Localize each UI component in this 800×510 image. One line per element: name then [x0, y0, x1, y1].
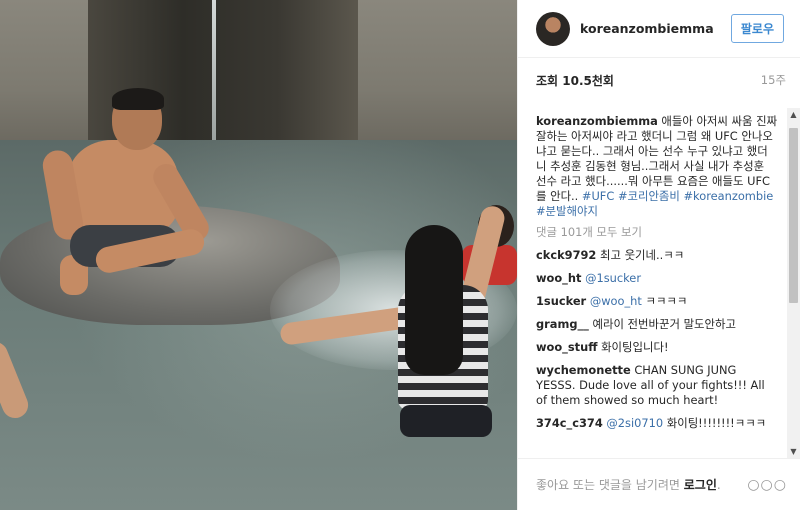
comment: woo_ht @1sucker [536, 271, 778, 286]
follow-button[interactable]: 팔로우 [730, 14, 784, 43]
comment-username[interactable]: ckck9792 [536, 248, 596, 262]
post-footer: 좋아요 또는 댓글을 남기려면 로그인. ○○○ [518, 458, 800, 510]
hashtag[interactable]: #UFC [582, 189, 614, 203]
comment-username[interactable]: wychemonette [536, 363, 631, 377]
login-prompt: 좋아요 또는 댓글을 남기려면 로그인. [536, 476, 747, 493]
girl-hair [405, 225, 463, 375]
comment: gramg__ 예라이 전번바꾼거 말도안하고 [536, 317, 778, 332]
login-link[interactable]: 로그인 [684, 478, 717, 492]
post-photo[interactable] [0, 0, 517, 510]
view-all-comments-link[interactable]: 댓글 101개 모두 보기 [536, 225, 778, 240]
comment-mention[interactable]: @woo_ht [590, 294, 642, 308]
hashtag[interactable]: #koreanzombie [684, 189, 774, 203]
view-count: 조회 10.5천회 [536, 73, 614, 88]
post-age[interactable]: 15주 [761, 72, 786, 88]
post-username[interactable]: koreanzombiemma [580, 21, 731, 36]
scroll-down-arrow-icon[interactable]: ▼ [787, 445, 800, 458]
girl-shorts [400, 405, 492, 437]
scrollbar-thumb[interactable] [789, 128, 798, 303]
login-prompt-text: 좋아요 또는 댓글을 남기려면 [536, 478, 684, 492]
comment: ckck9792 최고 웃기네..ㅋㅋ [536, 248, 778, 263]
man-hair [112, 88, 164, 110]
scroll-up-arrow-icon[interactable]: ▲ [787, 108, 800, 121]
caption-username[interactable]: koreanzombiemma [536, 114, 658, 128]
comment-username[interactable]: woo_ht [536, 271, 581, 285]
caption: koreanzombiemma 애들아 아저씨 싸움 진짜 잘하는 아저씨야 라… [536, 114, 778, 219]
instagram-post: koreanzombiemma 팔로우 조회 10.5천회 15주 korean… [0, 0, 800, 510]
comment-mention[interactable]: @2si0710 [606, 416, 663, 430]
comment-username[interactable]: 1sucker [536, 294, 586, 308]
comment-text: ㅋㅋㅋㅋ [641, 294, 688, 308]
comment: wychemonette CHAN SUNG JUNG YESSS. Dude … [536, 363, 778, 408]
avatar[interactable] [536, 11, 570, 46]
post-stats: 조회 10.5천회 15주 [518, 58, 800, 102]
comment: 1sucker @woo_ht ㅋㅋㅋㅋ [536, 294, 778, 309]
comment: woo_stuff 화이팅입니다! [536, 340, 778, 355]
comment-mention[interactable]: @1sucker [585, 271, 641, 285]
post-side-panel: koreanzombiemma 팔로우 조회 10.5천회 15주 korean… [517, 0, 800, 510]
comment-username[interactable]: woo_stuff [536, 340, 597, 354]
hashtag[interactable]: #코리안좀비 [618, 189, 680, 203]
comment-text: 예라이 전번바꾼거 말도안하고 [592, 317, 736, 331]
comment-text: 최고 웃기네..ㅋㅋ [599, 248, 685, 262]
post-header: koreanzombiemma 팔로우 [518, 0, 800, 58]
comment: 374c_c374 @2si0710 화이팅!!!!!!!!ㅋㅋㅋ [536, 416, 778, 431]
waterfall-stream [212, 0, 216, 150]
comments-scrollbar[interactable]: ▲ ▼ [787, 108, 800, 458]
comments-list[interactable]: koreanzombiemma 애들아 아저씨 싸움 진짜 잘하는 아저씨야 라… [518, 110, 788, 456]
comment-text: 화이팅!!!!!!!!ㅋㅋㅋ [663, 416, 767, 430]
comment-username[interactable]: gramg__ [536, 317, 589, 331]
comment-text: 화이팅입니다! [601, 340, 669, 354]
more-options-icon[interactable]: ○○○ [747, 477, 787, 493]
comment-username[interactable]: 374c_c374 [536, 416, 603, 430]
login-prompt-period: . [716, 478, 721, 492]
hashtag[interactable]: #분발해야지 [536, 204, 598, 218]
